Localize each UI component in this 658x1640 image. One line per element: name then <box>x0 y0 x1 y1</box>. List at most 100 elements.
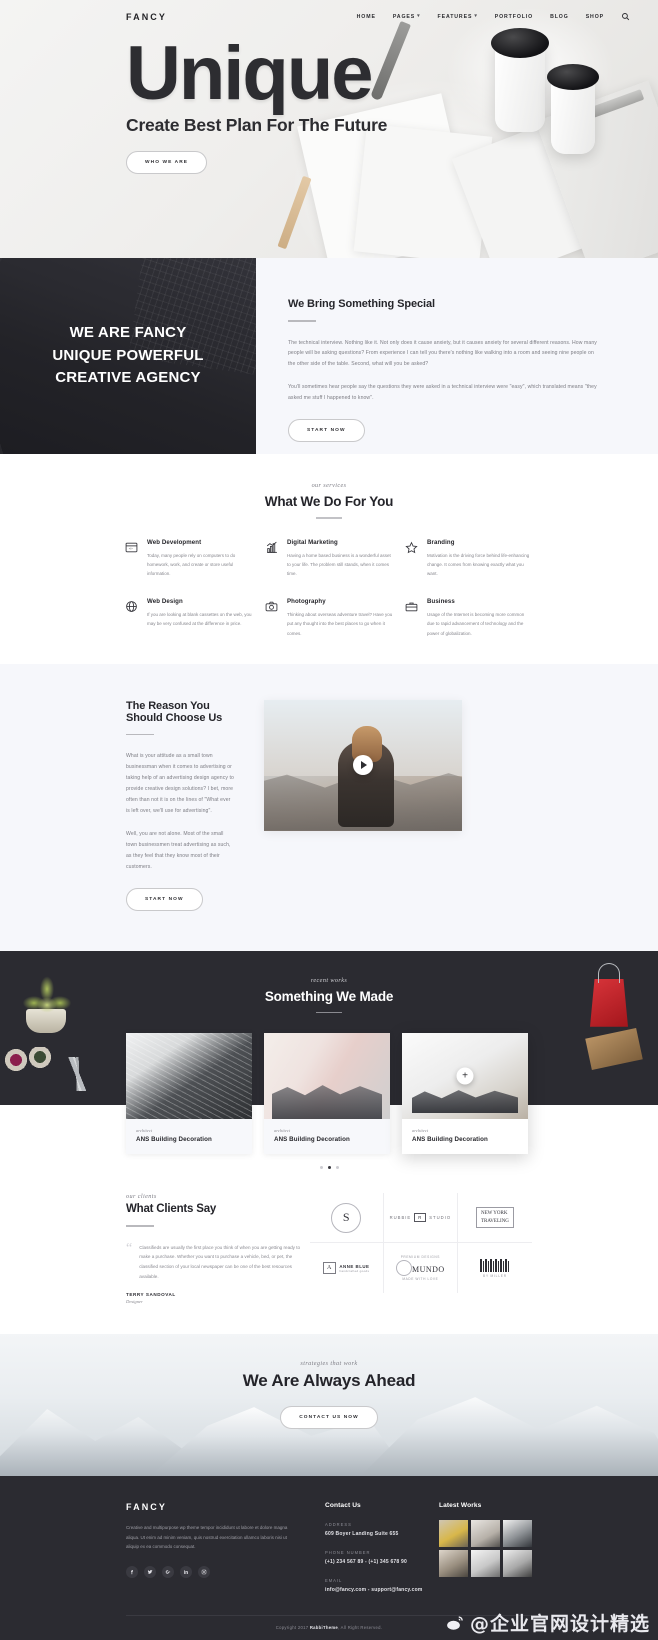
about-title: We Bring Something Special <box>288 298 435 310</box>
client-logo-studio[interactable]: RUBBIE R STUDIO <box>383 1193 458 1244</box>
google-plus-icon[interactable] <box>162 1565 174 1578</box>
work-card-body: architect ANS Building Decoration <box>402 1119 528 1154</box>
globe-icon <box>125 600 138 638</box>
client-logos-grid: S RUBBIE R STUDIO NEW YORK TRAVELING A A… <box>309 1193 532 1304</box>
client-logo-anne-blue[interactable]: A ANNE BLUE handcrafted goods <box>310 1243 384 1294</box>
choose-start-now-button[interactable]: START NOW <box>126 887 203 911</box>
hero-title: Unique <box>126 31 374 116</box>
footer-thumbnail[interactable] <box>502 1550 532 1578</box>
about-image-panel: WE ARE FANCY UNIQUE POWERFUL CREATIVE AGEN… <box>0 258 256 454</box>
nav-item-features[interactable]: FEATURES ▾ <box>438 14 478 20</box>
facebook-icon[interactable] <box>126 1565 138 1578</box>
service-text: Motivation is the driving force behind l… <box>427 552 530 576</box>
footer-thumbnail[interactable] <box>470 1520 500 1548</box>
service-title: Branding <box>427 538 455 546</box>
work-card[interactable]: architect ANS Building Decoration <box>126 1033 252 1155</box>
nav-label: SHOP <box>585 13 604 20</box>
service-title: Digital Marketing <box>287 538 338 546</box>
nav-label: BLOG <box>550 13 569 20</box>
works-eyebrow: recent works <box>310 976 348 984</box>
footer-thumbnail[interactable] <box>502 1520 532 1548</box>
nav-label: PAGES <box>392 13 416 20</box>
clients-title: What Clients Say <box>126 1203 217 1216</box>
chevron-down-icon: ▾ <box>417 13 421 19</box>
work-title: ANS Building Decoration <box>412 1136 488 1144</box>
carousel-dot[interactable] <box>319 1166 323 1170</box>
client-logo-new-york-traveling[interactable]: NEW YORK TRAVELING <box>457 1193 532 1244</box>
work-thumbnail: + <box>402 1033 528 1120</box>
about-paragraph-1: The technical interview. Nothing like it… <box>288 339 597 368</box>
carousel-dot-active[interactable] <box>327 1166 331 1170</box>
site-logo[interactable]: FANCY <box>126 12 167 22</box>
nav-item-portfolio[interactable]: PORTFOLIO <box>495 14 533 20</box>
footer-thumbnail[interactable] <box>438 1550 468 1578</box>
testimonial-role: Designer <box>126 1299 143 1305</box>
services-eyebrow: our services <box>311 482 347 489</box>
weibo-icon <box>447 1616 463 1630</box>
footer-works-heading: Latest Works <box>438 1502 482 1510</box>
carousel-dot[interactable] <box>335 1166 339 1170</box>
landing-page: FANCY HOME PAGES ▾ FEATURES ▾ PORTFOLIO … <box>0 0 658 1640</box>
email-value[interactable]: info@fancy.com - support@fancy.com <box>325 1587 439 1593</box>
seal-logo-mark: S <box>331 1202 362 1233</box>
contact-us-now-button[interactable]: CONTACT US NOW <box>280 1406 378 1430</box>
camera-icon <box>265 600 278 638</box>
works-carousel: architect ANS Building Decoration archit… <box>0 1013 658 1155</box>
footer-columns: FANCY Creative and multipurpose wp theme… <box>126 1502 532 1593</box>
work-category: architect <box>274 1128 291 1134</box>
clients-eyebrow: our clients <box>126 1193 157 1201</box>
work-thumbnail <box>264 1033 390 1120</box>
work-title: ANS Building Decoration <box>274 1136 350 1144</box>
footer-latest-works-column: Latest Works <box>438 1502 532 1593</box>
service-item-photography[interactable]: Photography Thinking about overseas adve… <box>265 598 393 638</box>
plus-icon[interactable]: + <box>456 1067 474 1085</box>
footer-logo[interactable]: FANCY <box>126 1502 295 1512</box>
studio-left: RUBBIE <box>389 1215 412 1221</box>
service-text: Today, many people rely on computers to … <box>147 552 236 576</box>
barcode-logo-mark: BY MILLER <box>480 1258 510 1278</box>
ny-logo-mark: NEW YORK TRAVELING <box>475 1207 514 1228</box>
testimonial-text: Classifieds are usually the first place … <box>139 1244 301 1279</box>
nav-item-pages[interactable]: PAGES ▾ <box>393 14 421 20</box>
client-logo-seal[interactable]: S <box>309 1193 384 1244</box>
linkedin-icon[interactable] <box>180 1565 192 1578</box>
service-item-digital-marketing[interactable]: Digital Marketing Having a home based bu… <box>265 539 393 579</box>
footer-thumbnail[interactable] <box>470 1550 500 1578</box>
service-item-branding[interactable]: Branding Motivation is the driving force… <box>405 539 533 579</box>
footer-thumbnail[interactable] <box>438 1520 468 1548</box>
client-logo-barcode[interactable]: BY MILLER <box>458 1243 532 1293</box>
phone-label: PHONE NUMBER <box>325 1550 371 1556</box>
works-header: recent works Something We Made <box>0 977 658 1014</box>
search-icon[interactable] <box>621 12 630 21</box>
instagram-icon[interactable] <box>198 1565 210 1578</box>
nav-label: PORTFOLIO <box>494 13 534 20</box>
service-item-web-development[interactable]: </> Web Development Today, many people r… <box>125 539 253 579</box>
barcode-caption: BY MILLER <box>483 1273 507 1278</box>
nav-item-blog[interactable]: BLOG <box>550 14 569 20</box>
service-title: Web Design <box>147 598 183 606</box>
why-choose-paragraph-1: What is your attitude as a small town bu… <box>126 753 234 814</box>
nav-item-home[interactable]: HOME <box>357 14 376 20</box>
copyright-pre: Copyright 2017 <box>275 1625 310 1631</box>
who-we-are-button[interactable]: WHO WE ARE <box>126 150 208 174</box>
about-start-now-button[interactable]: START NOW <box>288 419 365 443</box>
play-icon[interactable] <box>353 755 373 776</box>
anne-blue-logo-mark: A ANNE BLUE handcrafted goods <box>323 1262 369 1275</box>
chevron-down-icon: ▾ <box>474 13 478 19</box>
cta-title: We Are Always Ahead <box>242 1371 416 1391</box>
nav-label: HOME <box>356 13 376 20</box>
video-thumbnail[interactable] <box>264 699 462 831</box>
work-card[interactable]: + architect ANS Building Decoration <box>402 1033 528 1155</box>
service-item-business[interactable]: Business Usage of the Internet is becomi… <box>405 598 533 638</box>
nav-item-shop[interactable]: SHOP <box>586 14 604 20</box>
studio-logo-mark: RUBBIE R STUDIO <box>389 1213 452 1223</box>
twitter-icon[interactable] <box>144 1565 156 1578</box>
social-links <box>126 1565 295 1578</box>
service-item-web-design[interactable]: Web Design If you are looking at blank c… <box>125 598 253 638</box>
cta-eyebrow: strategies that work <box>300 1360 358 1368</box>
work-card[interactable]: architect ANS Building Decoration <box>264 1033 390 1155</box>
phone-value[interactable]: (+1) 234 567 89 - (+1) 345 678 90 <box>325 1559 439 1565</box>
hero-copy: Unique Create Best Plan For The Future W… <box>0 31 658 174</box>
client-logo-mundo[interactable]: PREMIUM DESIGNS MUNDO MADE WITH LOVE <box>384 1243 458 1294</box>
studio-right: STUDIO <box>429 1215 452 1221</box>
